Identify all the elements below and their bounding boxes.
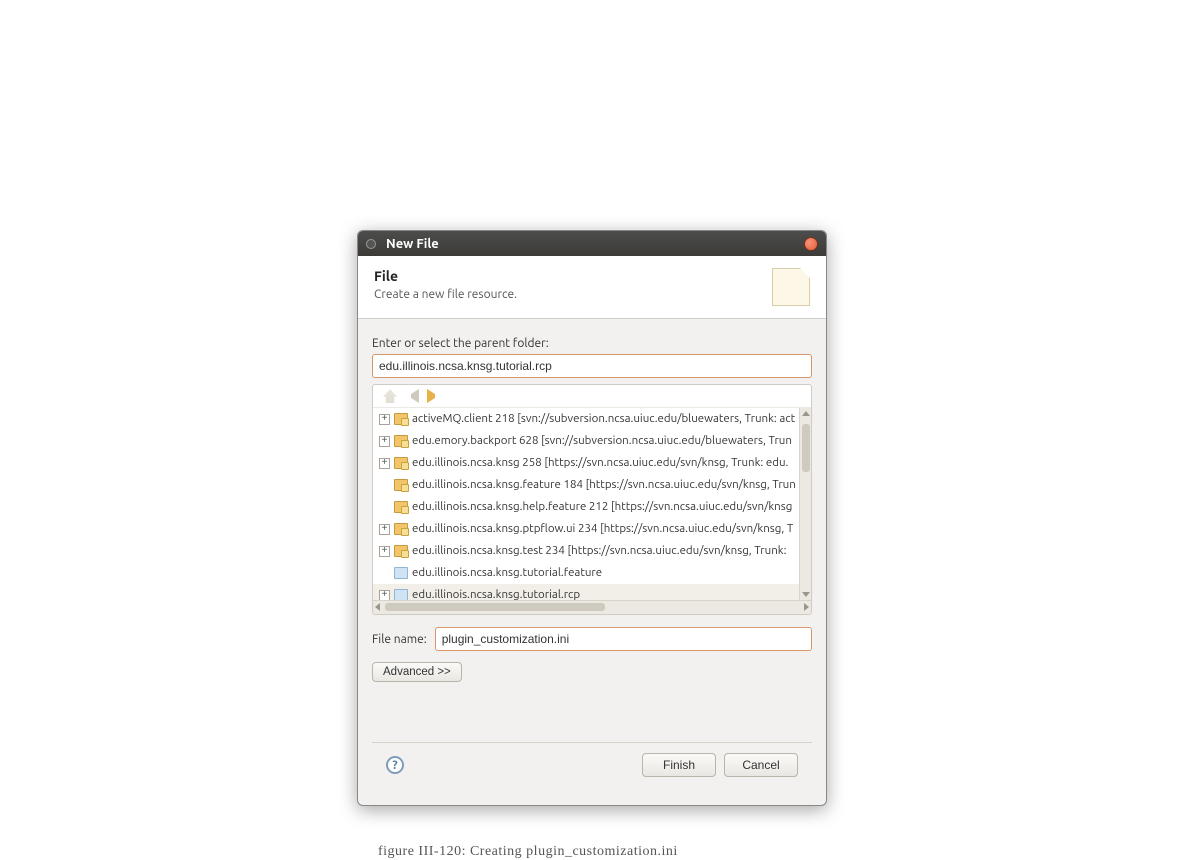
file-name-label: File name: (372, 633, 427, 646)
expand-icon (379, 568, 390, 579)
tree-row[interactable]: + edu.illinois.ncsa.knsg.tutorial.rcp (373, 584, 811, 600)
tree-item-label: edu.illinois.ncsa.knsg.ptpflow.ui 234 [h… (412, 520, 793, 538)
scroll-right-icon[interactable] (804, 603, 809, 611)
window-title: New File (386, 237, 804, 251)
tree-item-label: activeMQ.client 218 [svn://subversion.nc… (412, 410, 795, 428)
scroll-left-icon[interactable] (375, 603, 380, 611)
tree-item-label: edu.illinois.ncsa.knsg.help.feature 212 … (412, 498, 792, 516)
expand-icon[interactable]: + (379, 590, 390, 601)
folder-icon (394, 567, 408, 579)
advanced-button[interactable]: Advanced >> (372, 662, 462, 682)
parent-folder-input[interactable] (372, 354, 812, 378)
hscroll-thumb[interactable] (385, 603, 605, 611)
project-repo-icon (394, 479, 408, 491)
folder-tree-panel: + activeMQ.client 218 [svn://subversion.n… (372, 384, 812, 615)
expand-icon[interactable]: + (379, 436, 390, 447)
tree-row[interactable]: + activeMQ.client 218 [svn://subversion.n… (373, 408, 811, 430)
tree-item-label: edu.illinois.ncsa.knsg 258 [https://svn.… (412, 454, 788, 472)
expand-icon[interactable]: + (379, 414, 390, 425)
tree-row[interactable]: + edu.emory.backport 628 [svn://subversio… (373, 430, 811, 452)
file-icon (772, 268, 810, 306)
tree-row[interactable]: + edu.illinois.ncsa.knsg.test 234 [https:… (373, 540, 811, 562)
vertical-scrollbar[interactable] (799, 408, 811, 600)
tree-item-label: edu.emory.backport 628 [svn://subversion… (412, 432, 792, 450)
scroll-up-icon[interactable] (802, 411, 810, 416)
scroll-down-icon[interactable] (802, 592, 810, 597)
banner: File Create a new file resource. (358, 256, 826, 319)
expand-icon (379, 502, 390, 513)
figure-caption: figure III-120: Creating plugin_customiz… (378, 844, 678, 860)
tree-row[interactable]: + edu.illinois.ncsa.knsg 258 [https://svn… (373, 452, 811, 474)
finish-button[interactable]: Finish (642, 753, 716, 777)
project-repo-icon (394, 457, 408, 469)
back-icon[interactable] (405, 389, 419, 403)
tree-row[interactable]: + edu.illinois.ncsa.knsg.ptpflow.ui 234 [… (373, 518, 811, 540)
project-repo-icon (394, 435, 408, 447)
project-repo-icon (394, 501, 408, 513)
help-icon[interactable]: ? (386, 756, 404, 774)
tree-row[interactable]: edu.illinois.ncsa.knsg.feature 184 [http… (373, 474, 811, 496)
project-repo-icon (394, 413, 408, 425)
parent-folder-label: Enter or select the parent folder: (372, 337, 812, 350)
forward-icon[interactable] (427, 389, 441, 403)
expand-icon[interactable]: + (379, 546, 390, 557)
tree-row[interactable]: edu.illinois.ncsa.knsg.help.feature 212 … (373, 496, 811, 518)
banner-description: Create a new file resource. (374, 288, 517, 301)
expand-icon[interactable]: + (379, 524, 390, 535)
tree-toolbar (373, 385, 811, 408)
scroll-thumb[interactable] (802, 424, 810, 472)
project-repo-icon (394, 545, 408, 557)
close-icon[interactable] (804, 237, 818, 251)
tree-item-label: edu.illinois.ncsa.knsg.test 234 [https:/… (412, 542, 786, 560)
cancel-button[interactable]: Cancel (724, 753, 798, 777)
file-name-input[interactable] (435, 627, 812, 651)
window-menu-icon[interactable] (366, 239, 376, 249)
new-file-dialog: New File File Create a new file resource… (357, 230, 827, 806)
tree-item-label: edu.illinois.ncsa.knsg.feature 184 [http… (412, 476, 796, 494)
tree-item-label: edu.illinois.ncsa.knsg.tutorial.rcp (412, 586, 580, 600)
project-repo-icon (394, 523, 408, 535)
dialog-footer: ? Finish Cancel (372, 742, 812, 791)
folder-tree[interactable]: + activeMQ.client 218 [svn://subversion.n… (373, 408, 811, 600)
banner-heading: File (374, 268, 517, 284)
horizontal-scrollbar[interactable] (373, 600, 811, 614)
home-icon[interactable] (383, 389, 397, 403)
folder-icon (394, 589, 408, 600)
titlebar[interactable]: New File (358, 231, 826, 256)
tree-item-label: edu.illinois.ncsa.knsg.tutorial.feature (412, 564, 602, 582)
tree-row[interactable]: edu.illinois.ncsa.knsg.tutorial.feature (373, 562, 811, 584)
expand-icon[interactable]: + (379, 458, 390, 469)
expand-icon (379, 480, 390, 491)
